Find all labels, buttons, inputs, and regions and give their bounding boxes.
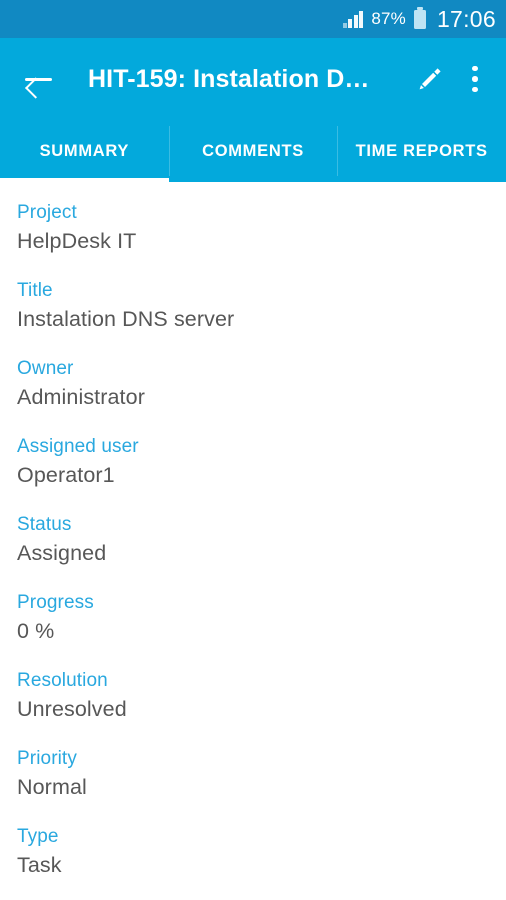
field-value: Assigned	[17, 541, 107, 565]
field-label: Status	[17, 514, 72, 535]
page-title: HIT-159: Instalation D…	[88, 64, 370, 93]
summary-field-list[interactable]: Project HelpDesk IT Title Instalation DN…	[0, 182, 506, 900]
field-value: Unresolved	[17, 697, 127, 721]
field-label: Project	[17, 202, 77, 223]
tab-comments[interactable]: COMMENTS	[168, 120, 338, 182]
pencil-icon[interactable]	[410, 59, 450, 99]
field-value: 0 %	[17, 619, 55, 643]
field-priority: Priority Normal	[17, 746, 490, 802]
tab-time-reports-label: TIME REPORTS	[355, 141, 488, 160]
back-arrow-icon[interactable]	[22, 62, 56, 96]
field-label: Title	[17, 280, 53, 301]
tab-summary[interactable]: SUMMARY	[0, 120, 169, 182]
battery-percent-label: 87%	[371, 9, 406, 28]
field-label: Assigned user	[17, 436, 139, 457]
tab-time-reports[interactable]: TIME REPORTS	[337, 120, 506, 182]
field-title: Title Instalation DNS server	[17, 278, 490, 334]
app-bar: HIT-159: Instalation D…	[0, 38, 506, 120]
field-label: Resolution	[17, 670, 108, 691]
field-project: Project HelpDesk IT	[17, 200, 490, 256]
field-resolution: Resolution Unresolved	[17, 668, 490, 724]
field-value: Normal	[17, 775, 87, 799]
battery-icon	[413, 6, 426, 29]
field-label: Priority	[17, 748, 77, 769]
field-value: Instalation DNS server	[17, 307, 235, 331]
status-bar-right-group: 87% 17:06	[342, 5, 496, 33]
tab-comments-label: COMMENTS	[202, 141, 304, 160]
field-value: Task	[17, 853, 62, 877]
field-assigned-user: Assigned user Operator1	[17, 434, 490, 490]
field-label: Progress	[17, 592, 94, 613]
field-type: Type Task	[17, 824, 490, 880]
status-bar: 87% 17:06	[0, 0, 506, 38]
tab-bar: SUMMARY COMMENTS TIME REPORTS	[0, 120, 506, 182]
signal-bars-icon	[342, 10, 364, 28]
field-value: HelpDesk IT	[17, 229, 137, 253]
clock-label: 17:06	[436, 5, 496, 32]
field-owner: Owner Administrator	[17, 356, 490, 412]
field-progress: Progress 0 %	[17, 590, 490, 646]
field-value: Operator1	[17, 463, 115, 487]
field-label: Owner	[17, 358, 74, 379]
field-status: Status Assigned	[17, 512, 490, 568]
field-label: Type	[17, 826, 59, 847]
field-value: Administrator	[17, 385, 145, 409]
tab-summary-label: SUMMARY	[39, 141, 130, 160]
overflow-menu-icon[interactable]	[458, 59, 492, 99]
